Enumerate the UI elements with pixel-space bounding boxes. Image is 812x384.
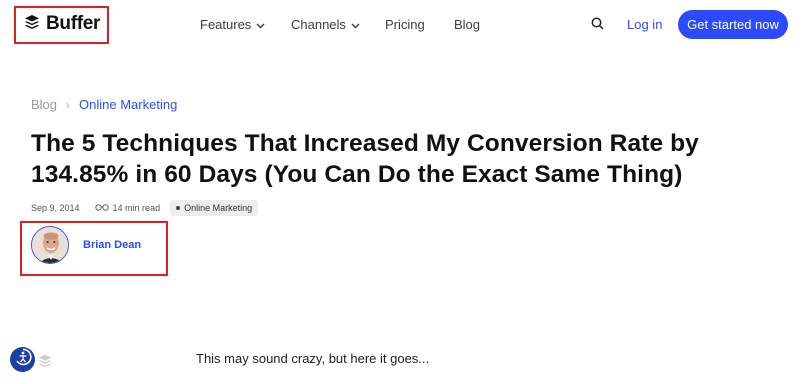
article-lead: This may sound crazy, but here it goes..… bbox=[196, 351, 430, 366]
breadcrumb-category[interactable]: Online Marketing bbox=[79, 97, 177, 112]
search-button[interactable] bbox=[591, 17, 604, 35]
read-time: 14 min read bbox=[94, 203, 161, 213]
glasses-icon bbox=[94, 203, 109, 213]
brand-name: Buffer bbox=[46, 13, 101, 34]
login-link[interactable]: Log in bbox=[627, 17, 662, 32]
chevron-down-icon bbox=[256, 17, 265, 32]
nav-pricing-label: Pricing bbox=[385, 17, 425, 32]
article-meta: Sep 9, 2014 14 min read Online Marketing bbox=[31, 200, 259, 216]
chevron-down-icon bbox=[351, 17, 360, 32]
nav-features[interactable]: Features bbox=[200, 17, 265, 32]
nav-pricing[interactable]: Pricing bbox=[385, 17, 425, 32]
nav-channels-label: Channels bbox=[291, 17, 346, 32]
category-tag[interactable]: Online Marketing bbox=[170, 200, 259, 216]
accessibility-button[interactable] bbox=[10, 347, 35, 372]
breadcrumb-blog[interactable]: Blog bbox=[31, 97, 57, 112]
article-title: The 5 Techniques That Increased My Conve… bbox=[31, 130, 699, 188]
buffer-stack-icon bbox=[24, 14, 40, 35]
nav-channels[interactable]: Channels bbox=[291, 17, 360, 32]
nav-blog[interactable]: Blog bbox=[454, 17, 480, 32]
publish-date: Sep 9, 2014 bbox=[31, 203, 80, 213]
author-name[interactable]: Brian Dean bbox=[83, 239, 141, 251]
accessibility-icon bbox=[14, 348, 32, 371]
read-time-label: 14 min read bbox=[112, 203, 161, 213]
search-icon bbox=[591, 17, 604, 34]
dot-icon bbox=[176, 206, 181, 210]
buffer-logo[interactable]: Buffer bbox=[24, 13, 100, 35]
category-tag-label: Online Marketing bbox=[184, 203, 253, 213]
breadcrumb: Blog › Online Marketing bbox=[31, 97, 177, 112]
nav-features-label: Features bbox=[200, 17, 252, 32]
chevron-right-icon: › bbox=[66, 97, 71, 112]
get-started-button[interactable]: Get started now bbox=[678, 10, 788, 39]
author-avatar[interactable] bbox=[31, 226, 69, 264]
nav-blog-label: Blog bbox=[454, 17, 481, 32]
buffer-stack-watermark-icon bbox=[38, 354, 52, 373]
